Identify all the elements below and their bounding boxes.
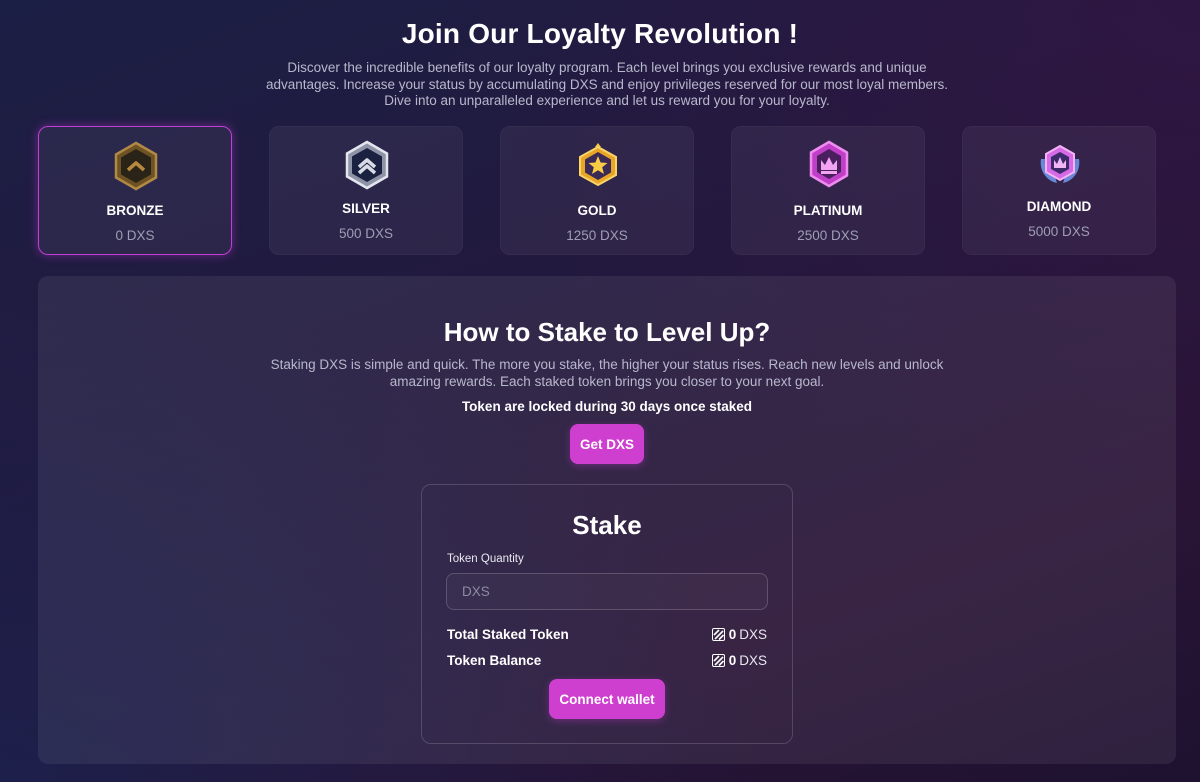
total-staked-label: Total Staked Token (447, 627, 569, 642)
connect-wallet-button[interactable]: Connect wallet (549, 679, 665, 719)
tier-list: BRONZE 0 DXS SILVER 500 DXS GOLD 1250 DX… (38, 126, 1156, 255)
dxs-token-icon (711, 654, 725, 667)
stake-card-title: Stake (572, 510, 642, 540)
tier-threshold: 2500 DXS (797, 228, 859, 243)
tier-card-platinum[interactable]: PLATINUM 2500 DXS (731, 126, 925, 255)
dxs-token-icon (711, 628, 725, 641)
platinum-crown-badge-icon (809, 140, 849, 188)
lock-period-note: Token are locked during 30 days once sta… (461, 399, 753, 414)
tier-name: PLATINUM (793, 203, 863, 218)
total-staked-amount: 0 (728, 627, 737, 642)
stake-section-description: Staking DXS is simple and quick. The mor… (270, 357, 944, 389)
tier-card-silver[interactable]: SILVER 500 DXS (269, 126, 463, 255)
total-staked-value: 0 DXS (711, 627, 767, 642)
token-quantity-input[interactable] (446, 573, 768, 610)
total-staked-unit: DXS (739, 627, 767, 642)
tier-name: BRONZE (106, 203, 164, 218)
tier-card-gold[interactable]: GOLD 1250 DXS (500, 126, 694, 255)
diamond-winged-badge-icon (1040, 144, 1080, 183)
stake-card: Stake Token Quantity Total Staked Token … (421, 484, 793, 744)
page-description: Discover the incredible benefits of our … (265, 60, 949, 108)
tier-card-bronze[interactable]: BRONZE 0 DXS (38, 126, 232, 255)
token-balance-amount: 0 (728, 653, 737, 668)
token-balance-label: Token Balance (447, 653, 542, 668)
token-balance-unit: DXS (739, 653, 767, 668)
bronze-chevron-badge-icon (114, 141, 158, 191)
get-dxs-button[interactable]: Get DXS (570, 424, 644, 464)
gold-star-badge-icon (579, 143, 617, 187)
tier-name: GOLD (577, 203, 617, 218)
tier-threshold: 5000 DXS (1028, 224, 1090, 239)
tier-name: DIAMOND (1026, 199, 1092, 214)
tier-threshold: 500 DXS (338, 226, 394, 241)
loyalty-page: Join Our Loyalty Revolution ! Discover t… (0, 0, 1200, 782)
stake-info-panel: How to Stake to Level Up? Staking DXS is… (38, 276, 1176, 764)
token-quantity-label: Token Quantity (447, 553, 524, 565)
page-title: Join Our Loyalty Revolution ! (401, 18, 799, 49)
tier-threshold: 1250 DXS (566, 228, 628, 243)
tier-card-diamond[interactable]: DIAMOND 5000 DXS (962, 126, 1156, 255)
token-balance-value: 0 DXS (711, 653, 767, 668)
tier-name: SILVER (342, 201, 390, 216)
tier-threshold: 0 DXS (115, 228, 155, 243)
stake-section-title: How to Stake to Level Up? (443, 317, 771, 347)
silver-chevron-badge-icon (345, 140, 389, 190)
